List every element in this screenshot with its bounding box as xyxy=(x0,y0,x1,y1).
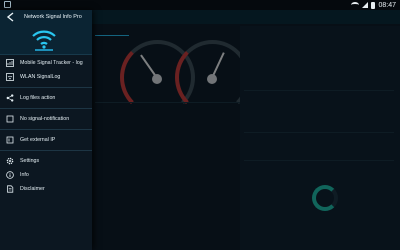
status-time: 08:47 xyxy=(378,1,396,9)
share-icon xyxy=(6,94,14,102)
ip-icon xyxy=(6,136,14,144)
cell-signal-icon xyxy=(362,2,369,8)
notification-icon xyxy=(4,1,11,8)
menu-item-mobile-signal-log[interactable]: Mobile Signal Tracker - log xyxy=(0,56,92,70)
menu-item-log-files-action[interactable]: Log files action xyxy=(0,91,92,105)
menu-item-no-signal-notification[interactable]: No signal-notification xyxy=(0,112,92,126)
menu-item-label: Mobile Signal Tracker - log xyxy=(20,60,83,66)
menu-item-label: No signal-notification xyxy=(20,116,70,122)
menu-item-disclaimer[interactable]: Disclaimer xyxy=(0,182,92,196)
battery-icon xyxy=(371,1,376,9)
menu-divider xyxy=(0,150,92,151)
wifi-signal-logo xyxy=(32,30,56,51)
gear-icon xyxy=(6,157,14,165)
navigation-drawer: Network Signal Info Pro Mobile Signal Tr… xyxy=(0,10,92,250)
drawer-header: Network Signal Info Pro xyxy=(0,10,92,55)
drawer-menu: Mobile Signal Tracker - log WLAN SignalL… xyxy=(0,56,92,196)
menu-divider xyxy=(0,129,92,130)
menu-divider xyxy=(0,108,92,109)
menu-item-label: Log files action xyxy=(20,95,56,101)
notification-icon xyxy=(6,115,14,123)
menu-item-settings[interactable]: Settings xyxy=(0,154,92,168)
signal-log-icon xyxy=(6,59,14,67)
status-bar: 08:47 xyxy=(0,0,400,10)
app-title: Network Signal Info Pro xyxy=(24,14,82,20)
back-arrow-icon[interactable] xyxy=(6,12,16,22)
menu-item-get-external-ip[interactable]: Get external IP xyxy=(0,133,92,147)
menu-item-wlan-signal-log[interactable]: WLAN SignalLog xyxy=(0,70,92,84)
info-icon xyxy=(6,171,14,179)
document-icon xyxy=(6,185,14,193)
menu-item-label: WLAN SignalLog xyxy=(20,74,61,80)
wlan-log-icon xyxy=(6,73,14,81)
menu-item-label: Info xyxy=(20,172,29,178)
menu-item-label: Get external IP xyxy=(20,137,56,143)
wifi-status-icon xyxy=(351,2,360,8)
menu-item-label: Settings xyxy=(20,158,40,164)
menu-item-label: Disclaimer xyxy=(20,186,45,192)
menu-divider xyxy=(0,87,92,88)
menu-item-info[interactable]: Info xyxy=(0,168,92,182)
